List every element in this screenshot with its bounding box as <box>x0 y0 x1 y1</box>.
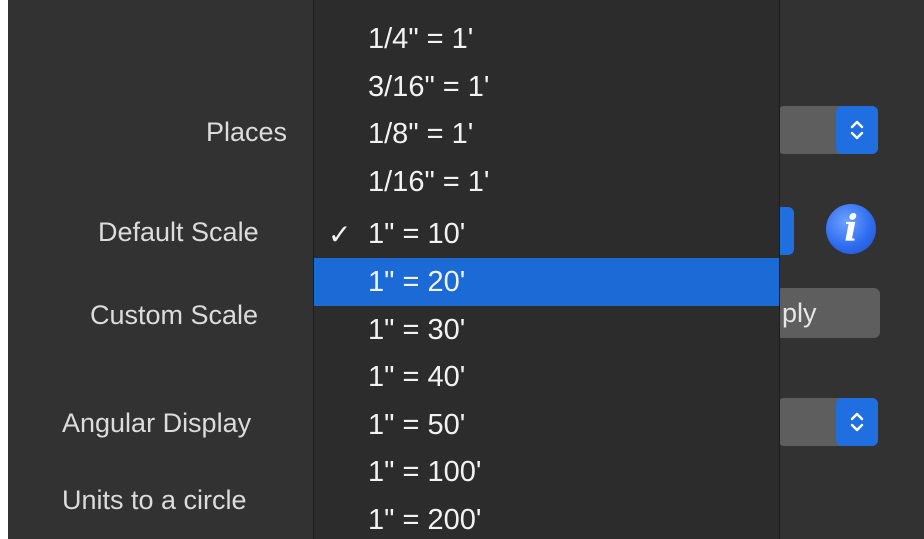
places-popup-stepper[interactable] <box>836 106 878 154</box>
menu-item[interactable]: 3/16" = 1' <box>314 63 779 111</box>
menu-item[interactable]: 1" = 200' <box>314 496 779 539</box>
menu-item-label: 1" = 10' <box>368 217 466 250</box>
menu-item-label: 1" = 100' <box>368 455 482 488</box>
menu-item-label: 1" = 20' <box>368 265 466 298</box>
apply-button[interactable]: ply <box>776 288 880 338</box>
menu-item-checked[interactable]: ✓ 1" = 10' <box>314 210 779 258</box>
places-label: Places <box>206 117 288 147</box>
menu-item-highlighted[interactable]: 1" = 20' <box>314 258 779 306</box>
checkmark-icon: ✓ <box>328 218 352 250</box>
angular-display-popup-stepper[interactable] <box>836 398 878 446</box>
menu-item-label: 1" = 200' <box>368 503 482 536</box>
menu-item[interactable]: 1" = 30' <box>314 306 779 354</box>
menu-item[interactable]: 1" = 50' <box>314 401 779 449</box>
menu-item[interactable]: 1" = 40' <box>314 353 779 401</box>
angular-display-label: Angular Display <box>62 408 252 438</box>
menu-item[interactable]: 1/8" = 1' <box>314 110 779 158</box>
default-scale-label: Default Scale <box>98 217 259 247</box>
menu-item-label: 1/8" = 1' <box>368 117 474 150</box>
menu-item[interactable]: 1/4" = 1' <box>314 15 779 63</box>
chevron-up-down-icon <box>850 412 864 432</box>
menu-item-label: 1" = 40' <box>368 360 466 393</box>
menu-item-label: 1" = 50' <box>368 408 466 441</box>
scale-dropdown-menu: 1/4" = 1' 3/16" = 1' 1/8" = 1' 1/16" = 1… <box>313 0 780 539</box>
info-icon[interactable]: i <box>826 204 876 254</box>
chevron-up-down-icon <box>850 120 864 140</box>
units-to-a-circle-label: Units to a circle <box>62 485 247 515</box>
custom-scale-label: Custom Scale <box>90 300 259 330</box>
menu-item-label: 1/4" = 1' <box>368 22 474 55</box>
menu-item-label: 1" = 30' <box>368 313 466 346</box>
menu-item[interactable]: 1" = 100' <box>314 448 779 496</box>
menu-item-label: 1/16" = 1' <box>368 165 490 198</box>
menu-item-label: 3/16" = 1' <box>368 70 490 103</box>
menu-item[interactable]: 1/16" = 1' <box>314 158 779 206</box>
